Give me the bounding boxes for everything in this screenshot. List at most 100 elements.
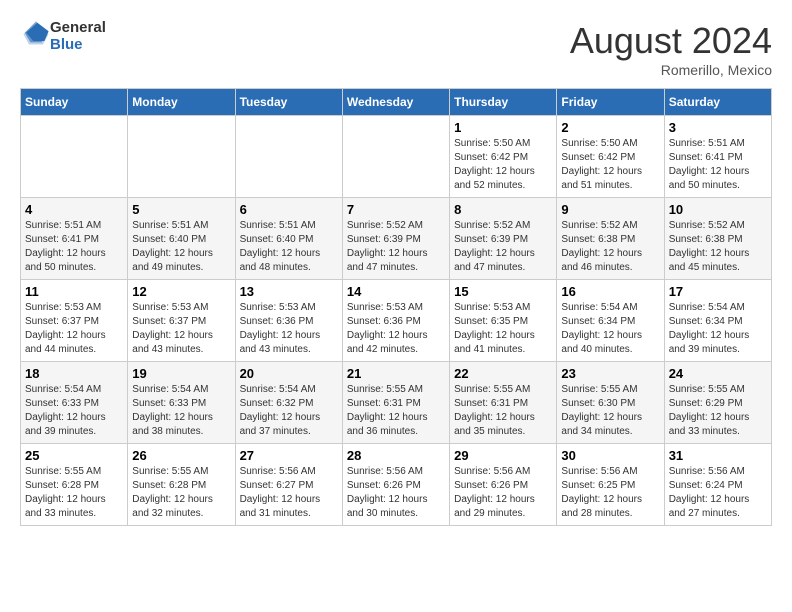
calendar-cell: 24 Sunrise: 5:55 AM Sunset: 6:29 PM Dayli…	[664, 362, 771, 444]
logo: General Blue	[20, 20, 106, 53]
calendar-header: SundayMondayTuesdayWednesdayThursdayFrid…	[21, 89, 772, 116]
location-subtitle: Romerillo, Mexico	[570, 62, 772, 78]
day-info: Sunrise: 5:54 AM Sunset: 6:34 PM Dayligh…	[561, 301, 659, 357]
day-info: Sunrise: 5:52 AM Sunset: 6:39 PM Dayligh…	[347, 219, 445, 275]
day-info: Sunrise: 5:56 AM Sunset: 6:27 PM Dayligh…	[240, 465, 338, 521]
day-info: Sunrise: 5:53 AM Sunset: 6:36 PM Dayligh…	[240, 301, 338, 357]
title-block: August 2024 Romerillo, Mexico	[570, 20, 772, 78]
calendar-cell: 8 Sunrise: 5:52 AM Sunset: 6:39 PM Daylig…	[450, 198, 557, 280]
calendar-cell	[21, 116, 128, 198]
day-number: 26	[132, 448, 230, 463]
calendar-dow-wednesday: Wednesday	[342, 89, 449, 116]
calendar-cell: 25Sunrise: 5:55 AM Sunset: 6:28 PM Dayli…	[21, 444, 128, 526]
logo-icon	[22, 20, 50, 48]
calendar-cell: 14 Sunrise: 5:53 AM Sunset: 6:36 PM Dayli…	[342, 280, 449, 362]
calendar-cell: 1 Sunrise: 5:50 AM Sunset: 6:42 PM Daylig…	[450, 116, 557, 198]
day-number: 1	[454, 120, 552, 135]
day-number: 12	[132, 284, 230, 299]
day-number: 23	[561, 366, 659, 381]
calendar-cell: 22 Sunrise: 5:55 AM Sunset: 6:31 PM Dayli…	[450, 362, 557, 444]
day-info: Sunrise: 5:56 AM Sunset: 6:24 PM Dayligh…	[669, 465, 767, 521]
calendar-dow-tuesday: Tuesday	[235, 89, 342, 116]
day-info: Sunrise: 5:54 AM Sunset: 6:33 PM Dayligh…	[132, 383, 230, 439]
calendar-cell: 18 Sunrise: 5:54 AM Sunset: 6:33 PM Dayli…	[21, 362, 128, 444]
calendar-cell: 4 Sunrise: 5:51 AM Sunset: 6:41 PM Daylig…	[21, 198, 128, 280]
calendar-cell: 30Sunrise: 5:56 AM Sunset: 6:25 PM Dayli…	[557, 444, 664, 526]
day-number: 15	[454, 284, 552, 299]
calendar-dow-sunday: Sunday	[21, 89, 128, 116]
day-number: 17	[669, 284, 767, 299]
day-number: 5	[132, 202, 230, 217]
day-info: Sunrise: 5:52 AM Sunset: 6:38 PM Dayligh…	[669, 219, 767, 275]
page-header: General Blue August 2024 Romerillo, Mexi…	[20, 20, 772, 78]
day-number: 3	[669, 120, 767, 135]
calendar-cell: 2 Sunrise: 5:50 AM Sunset: 6:42 PM Daylig…	[557, 116, 664, 198]
day-number: 8	[454, 202, 552, 217]
calendar-cell: 9 Sunrise: 5:52 AM Sunset: 6:38 PM Daylig…	[557, 198, 664, 280]
day-info: Sunrise: 5:51 AM Sunset: 6:40 PM Dayligh…	[132, 219, 230, 275]
calendar-cell	[235, 116, 342, 198]
day-info: Sunrise: 5:52 AM Sunset: 6:38 PM Dayligh…	[561, 219, 659, 275]
calendar-cell	[128, 116, 235, 198]
day-info: Sunrise: 5:54 AM Sunset: 6:32 PM Dayligh…	[240, 383, 338, 439]
day-info: Sunrise: 5:51 AM Sunset: 6:40 PM Dayligh…	[240, 219, 338, 275]
logo-general-text: General	[50, 20, 106, 37]
day-info: Sunrise: 5:54 AM Sunset: 6:33 PM Dayligh…	[25, 383, 123, 439]
day-info: Sunrise: 5:55 AM Sunset: 6:30 PM Dayligh…	[561, 383, 659, 439]
day-number: 18	[25, 366, 123, 381]
day-info: Sunrise: 5:52 AM Sunset: 6:39 PM Dayligh…	[454, 219, 552, 275]
day-number: 4	[25, 202, 123, 217]
calendar-cell: 11 Sunrise: 5:53 AM Sunset: 6:37 PM Dayli…	[21, 280, 128, 362]
day-info: Sunrise: 5:56 AM Sunset: 6:26 PM Dayligh…	[454, 465, 552, 521]
day-number: 29	[454, 448, 552, 463]
calendar-cell: 16Sunrise: 5:54 AM Sunset: 6:34 PM Dayli…	[557, 280, 664, 362]
calendar-cell: 21 Sunrise: 5:55 AM Sunset: 6:31 PM Dayli…	[342, 362, 449, 444]
day-info: Sunrise: 5:53 AM Sunset: 6:35 PM Dayligh…	[454, 301, 552, 357]
calendar-dow-thursday: Thursday	[450, 89, 557, 116]
day-info: Sunrise: 5:50 AM Sunset: 6:42 PM Dayligh…	[454, 137, 552, 193]
day-number: 30	[561, 448, 659, 463]
day-number: 6	[240, 202, 338, 217]
calendar-cell: 26 Sunrise: 5:55 AM Sunset: 6:28 PM Dayli…	[128, 444, 235, 526]
calendar-dow-saturday: Saturday	[664, 89, 771, 116]
day-info: Sunrise: 5:51 AM Sunset: 6:41 PM Dayligh…	[25, 219, 123, 275]
calendar-cell: 31Sunrise: 5:56 AM Sunset: 6:24 PM Dayli…	[664, 444, 771, 526]
calendar-cell: 20 Sunrise: 5:54 AM Sunset: 6:32 PM Dayli…	[235, 362, 342, 444]
day-number: 14	[347, 284, 445, 299]
day-number: 11	[25, 284, 123, 299]
day-number: 7	[347, 202, 445, 217]
day-number: 28	[347, 448, 445, 463]
day-info: Sunrise: 5:55 AM Sunset: 6:29 PM Dayligh…	[669, 383, 767, 439]
day-number: 13	[240, 284, 338, 299]
day-info: Sunrise: 5:53 AM Sunset: 6:36 PM Dayligh…	[347, 301, 445, 357]
month-year-title: August 2024	[570, 20, 772, 62]
calendar-cell: 12Sunrise: 5:53 AM Sunset: 6:37 PM Dayli…	[128, 280, 235, 362]
day-info: Sunrise: 5:51 AM Sunset: 6:41 PM Dayligh…	[669, 137, 767, 193]
day-info: Sunrise: 5:55 AM Sunset: 6:31 PM Dayligh…	[347, 383, 445, 439]
day-info: Sunrise: 5:55 AM Sunset: 6:28 PM Dayligh…	[25, 465, 123, 521]
logo-blue-text: Blue	[50, 37, 106, 54]
calendar-cell: 27 Sunrise: 5:56 AM Sunset: 6:27 PM Dayli…	[235, 444, 342, 526]
day-info: Sunrise: 5:55 AM Sunset: 6:31 PM Dayligh…	[454, 383, 552, 439]
day-number: 22	[454, 366, 552, 381]
calendar-cell: 3 Sunrise: 5:51 AM Sunset: 6:41 PM Daylig…	[664, 116, 771, 198]
calendar-cell: 7 Sunrise: 5:52 AM Sunset: 6:39 PM Daylig…	[342, 198, 449, 280]
day-number: 21	[347, 366, 445, 381]
calendar-cell	[342, 116, 449, 198]
calendar-dow-monday: Monday	[128, 89, 235, 116]
day-info: Sunrise: 5:54 AM Sunset: 6:34 PM Dayligh…	[669, 301, 767, 357]
day-number: 20	[240, 366, 338, 381]
calendar-cell: 29 Sunrise: 5:56 AM Sunset: 6:26 PM Dayli…	[450, 444, 557, 526]
day-info: Sunrise: 5:55 AM Sunset: 6:28 PM Dayligh…	[132, 465, 230, 521]
day-number: 27	[240, 448, 338, 463]
day-number: 2	[561, 120, 659, 135]
calendar-cell: 19Sunrise: 5:54 AM Sunset: 6:33 PM Dayli…	[128, 362, 235, 444]
day-info: Sunrise: 5:50 AM Sunset: 6:42 PM Dayligh…	[561, 137, 659, 193]
day-number: 24	[669, 366, 767, 381]
calendar-cell: 28Sunrise: 5:56 AM Sunset: 6:26 PM Dayli…	[342, 444, 449, 526]
calendar-cell: 10Sunrise: 5:52 AM Sunset: 6:38 PM Dayli…	[664, 198, 771, 280]
calendar-table: SundayMondayTuesdayWednesdayThursdayFrid…	[20, 88, 772, 526]
day-info: Sunrise: 5:53 AM Sunset: 6:37 PM Dayligh…	[25, 301, 123, 357]
day-number: 9	[561, 202, 659, 217]
calendar-cell: 15 Sunrise: 5:53 AM Sunset: 6:35 PM Dayli…	[450, 280, 557, 362]
